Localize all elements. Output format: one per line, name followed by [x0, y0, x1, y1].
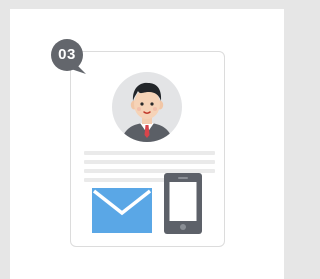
text-line — [84, 178, 166, 182]
text-line — [84, 160, 215, 164]
businessman-avatar-icon — [111, 71, 183, 143]
smartphone-icon — [164, 173, 202, 234]
envelope-icon — [92, 188, 152, 233]
step-badge: 03 — [51, 39, 87, 75]
step-number: 03 — [58, 46, 76, 63]
text-line — [84, 151, 215, 155]
